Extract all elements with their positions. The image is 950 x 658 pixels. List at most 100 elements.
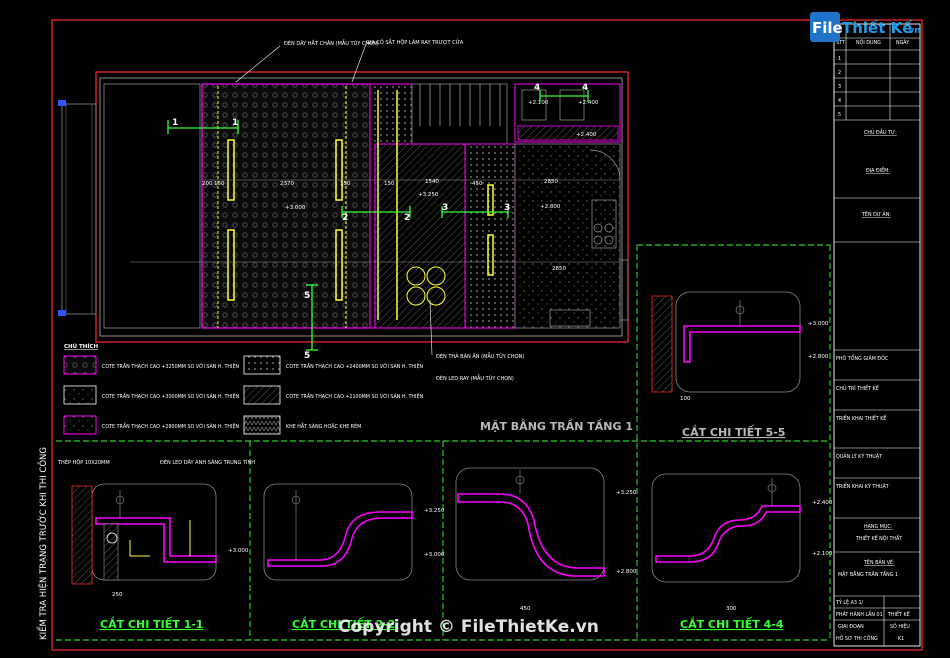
ceiling-plan bbox=[58, 71, 629, 351]
section-mark: 5 bbox=[304, 291, 310, 301]
legend-label: COTE TRẦN THẠCH CAO +2100MM SO VỚI SÀN H… bbox=[286, 392, 423, 400]
rev-row: 4 bbox=[838, 98, 841, 104]
section-mark: 3 bbox=[442, 203, 448, 213]
level-tag: +2.100 bbox=[528, 100, 549, 106]
legend-swatch bbox=[63, 355, 97, 375]
category-label: HẠNG MỤC: bbox=[864, 524, 893, 530]
rev-row: 3 bbox=[838, 84, 841, 90]
owner-label: CHỦ ĐẦU TƯ: bbox=[864, 128, 897, 136]
dimension-label: 450 bbox=[472, 181, 483, 187]
level-tag: +3.250 bbox=[616, 490, 637, 496]
dimension-label: 150 bbox=[340, 181, 351, 187]
legend-title: CHÚ THÍCH bbox=[64, 342, 98, 350]
section-mark: 1 bbox=[172, 118, 178, 128]
role-label: TRIỂN KHAI KỸ THUẬT bbox=[835, 482, 889, 490]
legend-label: KHE HẮT SÁNG HOẶC KHE RÈM bbox=[286, 422, 361, 430]
legend-label: COTE TRẦN THẠCH CAO +2400MM SO VỚI SÀN H… bbox=[286, 362, 423, 370]
rev-row: 2 bbox=[838, 70, 841, 76]
dimension-label: 200 bbox=[202, 181, 213, 187]
annotation-text: ĐÈN LED RAY (MẪU TÙY CHỌN) bbox=[436, 374, 514, 382]
annotation-text: GIA CỐ SẮT HỘP LÀM RAY TRƯỢT CỬA bbox=[366, 38, 464, 46]
logo-word-2: Thiết Kế bbox=[842, 18, 913, 37]
detail-title: CẮT CHI TIẾT 4-4 bbox=[680, 616, 784, 631]
project-label: TÊN DỰ ÁN: bbox=[861, 210, 891, 218]
sheet-value: K1 bbox=[898, 636, 904, 642]
role-label: PHÓ TỔNG GIÁM ĐỐC bbox=[836, 354, 889, 362]
cad-drawing-canvas: KIỂM TRA HIỆN TRẠNG TRƯỚC KHI THI CÔNG 1… bbox=[36, 12, 923, 651]
level-tag: +2.800 bbox=[540, 204, 561, 210]
level-tag: +3.000 bbox=[285, 205, 306, 211]
legend-label: COTE TRẦN THẠCH CAO +2800MM SO VỚI SÀN H… bbox=[102, 422, 239, 430]
sheet-label: SỐ HIỆU bbox=[890, 622, 910, 630]
legend: CHÚ THÍCH COTE TRẦN THẠCH CAO +3250MM SO… bbox=[63, 342, 423, 435]
detail-5-5: +3.000 +2.800 100 CẮT CHI TIẾT 5-5 bbox=[651, 291, 829, 439]
annotation-text: ĐÈN LED DÂY ÁNH SÁNG TRUNG TÍNH bbox=[160, 458, 255, 466]
level-tag: +3.250 bbox=[418, 192, 439, 198]
dimension-label: 2850 bbox=[544, 179, 558, 185]
role-label: CHỦ TRÌ THIẾT KẾ bbox=[836, 384, 880, 392]
section-mark: 2 bbox=[404, 213, 410, 223]
annotation-text: ĐÈN THẢ BÀN ĂN (MẪU TÙY CHỌN) bbox=[436, 352, 524, 360]
phase-label: GIAI ĐOẠN bbox=[838, 624, 864, 630]
title-block: STT NỘI DUNG NGÀY 1 2 3 4 5 CHỦ ĐẦU TƯ: … bbox=[833, 23, 921, 647]
legend-swatch bbox=[63, 415, 97, 435]
detail-title: CẮT CHI TIẾT 5-5 bbox=[682, 424, 785, 439]
release-label: PHÁT HÀNH LẦN 01 bbox=[836, 610, 883, 618]
copyright-watermark: Copyright © FileThietKe.vn bbox=[338, 617, 599, 637]
vertical-note: KIỂM TRA HIỆN TRẠNG TRƯỚC KHI THI CÔNG bbox=[36, 447, 49, 640]
drawing-name: MẶT BẰNG TRẦN TẦNG 1 bbox=[838, 570, 898, 578]
legend-swatch bbox=[243, 415, 281, 435]
detail-1-1: +3.000 250 THÉP HỘP 10X20MM ĐÈN LED DÂY … bbox=[57, 458, 255, 631]
level-tag: +2.400 bbox=[578, 100, 599, 106]
role-label: TRIỂN KHAI THIẾT KẾ bbox=[835, 414, 887, 422]
rev-header: NGÀY bbox=[896, 39, 909, 46]
role-label: QUẢN LÝ KỸ THUẬT bbox=[836, 452, 882, 460]
detail-title: CẮT CHI TIẾT 1-1 bbox=[100, 616, 203, 631]
detail-4-4: +2.400 +2.100 300 CẮT CHI TIẾT 4-4 bbox=[651, 473, 833, 631]
rev-row: 1 bbox=[838, 56, 841, 62]
level-tag: +2.800 bbox=[616, 569, 637, 575]
dimension-label: 150 bbox=[214, 181, 225, 187]
level-tag: +3.250 bbox=[424, 508, 445, 514]
level-tag: +3.000 bbox=[424, 552, 445, 558]
section-mark: 1 bbox=[232, 118, 238, 128]
detail-3-3: +3.250 +2.800 450 bbox=[455, 467, 637, 612]
section-mark: 4 bbox=[534, 83, 540, 93]
dimension-label: 250 bbox=[112, 592, 123, 598]
location-label: ĐỊA ĐIỂM: bbox=[866, 166, 890, 174]
legend-swatch bbox=[243, 355, 281, 375]
plan-title: MẶT BẰNG TRẦN TẦNG 1 bbox=[480, 418, 633, 433]
rev-row: 5 bbox=[838, 112, 841, 118]
section-mark: 5 bbox=[304, 351, 310, 361]
section-mark: 4 bbox=[582, 83, 588, 93]
category-value: THIẾT KẾ NỘI THẤT bbox=[855, 534, 902, 542]
level-tag: +2.400 bbox=[812, 500, 833, 506]
section-mark: 2 bbox=[342, 213, 348, 223]
scale-label: TỶ LỆ A3 1/ bbox=[835, 598, 864, 606]
level-tag: +3.000 bbox=[228, 548, 249, 554]
legend-swatch bbox=[243, 385, 281, 405]
section-mark: 3 bbox=[504, 203, 510, 213]
level-tag: +2.100 bbox=[812, 551, 833, 557]
legend-label: COTE TRẦN THẠCH CAO +3250MM SO VỚI SÀN H… bbox=[102, 362, 239, 370]
rev-header: NỘI DUNG bbox=[856, 39, 881, 46]
dimension-label: 300 bbox=[726, 606, 737, 612]
level-tag: +3.000 bbox=[808, 321, 829, 327]
annotation-text: ĐÈN DÂY HẮT CHÂN (MẪU TÙY CHỌN) bbox=[284, 39, 379, 47]
level-tag: +2.800 bbox=[808, 354, 829, 360]
dimension-label: 100 bbox=[680, 396, 691, 402]
detail-2-2: +3.250 +3.000 CẮT CHI TIẾT 2-2 bbox=[263, 483, 445, 631]
dimension-label: 150 bbox=[384, 181, 395, 187]
legend-swatch bbox=[63, 385, 97, 405]
phase-value: HỒ SƠ THI CÔNG bbox=[836, 633, 878, 642]
level-tag: +2.400 bbox=[576, 132, 597, 138]
legend-label: COTE TRẦN THẠCH CAO +3000MM SO VỚI SÀN H… bbox=[102, 392, 239, 400]
logo-word-1: File bbox=[812, 19, 843, 37]
dimension-label: 2370 bbox=[280, 181, 294, 187]
dimension-label: 1540 bbox=[425, 179, 439, 185]
design-label: THIẾT KẾ bbox=[887, 610, 911, 618]
dimension-label: 450 bbox=[520, 606, 531, 612]
dimension-label: 2850 bbox=[552, 266, 566, 272]
drawing-label: TÊN BẢN VẼ: bbox=[863, 558, 895, 566]
annotation-text: THÉP HỘP 10X20MM bbox=[57, 458, 110, 466]
